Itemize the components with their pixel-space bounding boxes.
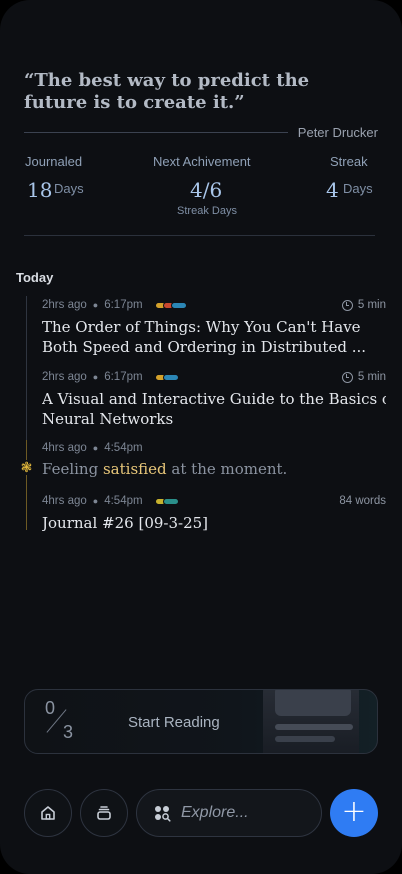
home-icon [41,806,55,820]
entry-meta: 2hrs ago ● 6:17pm 5 min [42,299,386,311]
entry-meta: 4hrs ago ● 4:54pm 84 words [42,495,386,507]
entry-ago: 4hrs ago [42,495,87,507]
tag-dot [162,373,179,381]
journaled-label: Journaled [25,154,83,169]
journaled-unit: Days [54,181,84,196]
feeling-text: Feeling satisfied at the moment. [42,460,288,478]
entry-time: 4:54pm [104,495,143,507]
quote-attribution: Peter Drucker [24,123,378,141]
journaled-value: 18 [27,178,53,202]
stack-icon [97,806,111,820]
reading-done-count: 0 [45,698,56,718]
explore-input[interactable] [181,804,311,822]
entry-meta: 4hrs ago ● 4:54pm [42,442,143,454]
stats-divider [24,235,375,236]
add-button[interactable]: + [330,789,378,837]
timeline-entry-feeling[interactable]: 4hrs ago ● 4:54pm Feeling satisfied at t… [42,441,386,478]
entry-tags [154,301,187,309]
streak-unit: Days [343,181,373,196]
entry-word-count: 84 words [339,495,386,507]
timeline-entry-article-2[interactable]: 2hrs ago ● 6:17pm 5 min A Visual and Int… [42,370,386,429]
reading-total-count: 3 [63,722,74,742]
feeling-word: satisfied [102,460,167,478]
clock-icon [341,299,353,311]
timeline-entry-journal[interactable]: 4hrs ago ● 4:54pm 84 words Journal #26 [… [42,494,386,533]
timeline-entry-article-1[interactable]: 2hrs ago ● 6:17pm 5 min The Order of Thi… [42,298,386,357]
start-reading-card[interactable]: 0 3 Start Reading [24,689,378,754]
book-illustration [263,690,359,753]
timeline-rail-highlight [26,440,27,530]
entry-title-line2: Neural Networks [42,410,174,428]
start-reading-label: Start Reading [128,714,220,731]
next-achievement-label: Next Achivement [153,154,251,169]
entry-time: 6:17pm [104,371,143,383]
entry-duration: 5 min [341,371,386,383]
entry-tags [154,373,179,381]
streak-label: Streak [330,154,368,169]
tag-dot [162,497,179,505]
next-achievement-sub: Streak Days [177,205,237,217]
entry-duration: 5 min [341,299,386,311]
entry-title-line1: A Visual and Interactive Guide to the Ba… [42,390,386,408]
clock-icon [341,371,353,383]
next-achievement-value: 4/6 [190,178,223,202]
attribution-divider [24,131,288,133]
flower-icon: ❃ [19,459,34,475]
app-screen: “The best way to predict the future is t… [0,0,402,874]
home-button[interactable] [24,789,72,837]
entry-meta: 2hrs ago ● 6:17pm 5 min [42,371,386,383]
entry-tags [154,497,179,505]
entry-title-line2: Both Speed and Ordering in Distributed .… [42,338,367,356]
explore-search[interactable] [136,789,322,837]
daily-quote: “The best way to predict the future is t… [24,70,310,113]
entry-title-line1: Journal #26 [09-3-25] [42,514,209,532]
streak-value: 4 [326,178,339,202]
entry-ago: 2hrs ago [42,299,87,311]
library-button[interactable] [80,789,128,837]
entry-ago: 4hrs ago [42,442,87,454]
entry-ago: 2hrs ago [42,371,87,383]
explore-icon [155,806,171,822]
entry-title-line1: The Order of Things: Why You Can't Have [42,318,361,336]
tag-dot [170,301,187,309]
section-today: Today [16,270,54,285]
quote-author: Peter Drucker [297,124,378,140]
entry-time: 4:54pm [104,442,143,454]
entry-time: 6:17pm [104,299,143,311]
